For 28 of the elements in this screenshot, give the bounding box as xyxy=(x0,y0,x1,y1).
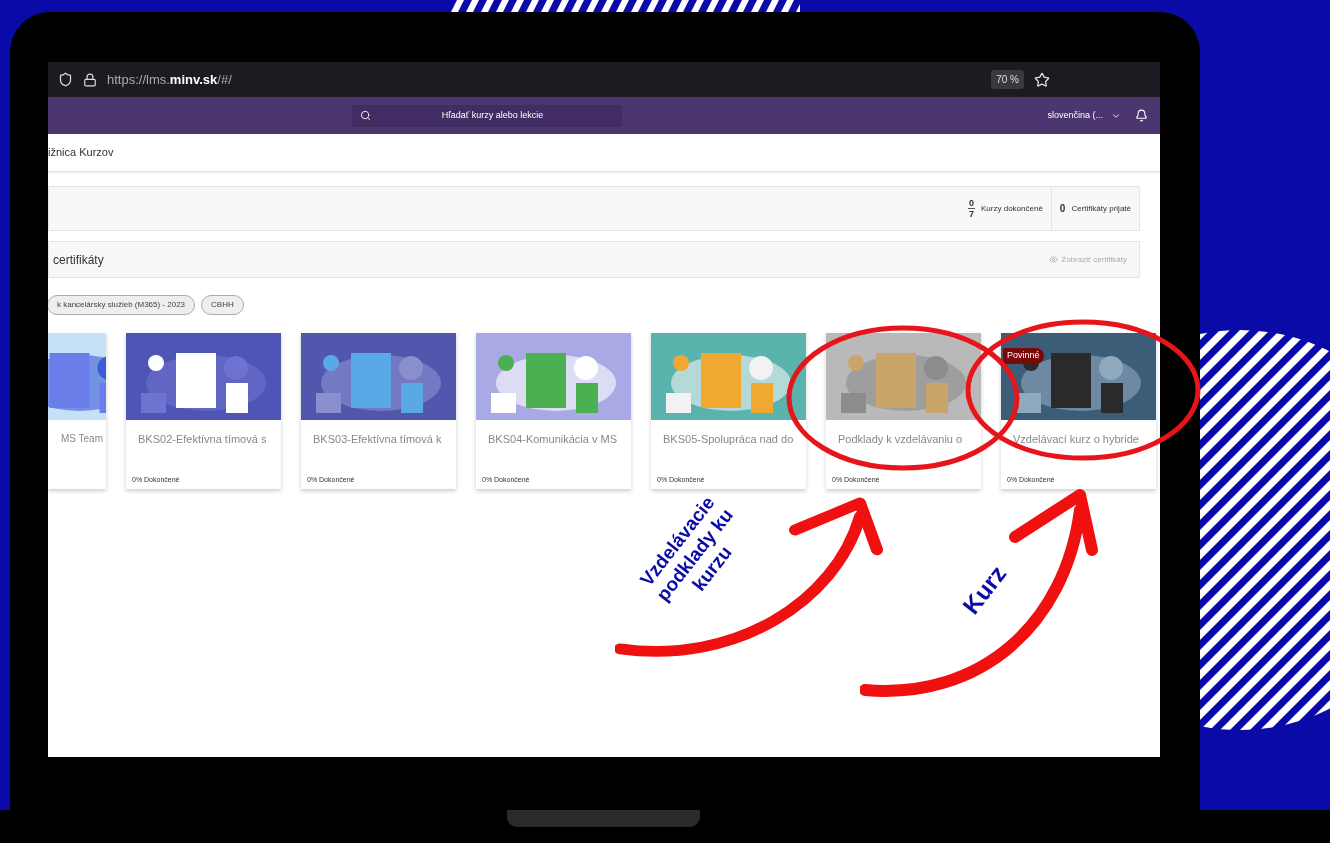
language-selector[interactable]: slovenčina (... xyxy=(1047,108,1121,123)
course-title: BKS03-Efektívna tímová k xyxy=(313,433,442,445)
filter-tag[interactable]: k kancelársky služieb (M365) - 2023 xyxy=(48,295,196,315)
completed-fraction: 0 7 xyxy=(968,198,976,219)
course-title: BKS04-Komunikácia v MS xyxy=(488,433,617,445)
star-icon[interactable] xyxy=(1034,71,1050,88)
search-placeholder: Hľadať kurzy alebo lekcie xyxy=(440,108,545,122)
url-text[interactable]: https://lms.minv.sk/#/ xyxy=(107,69,232,90)
stat-value: 0 xyxy=(1059,202,1066,216)
shield-icon[interactable] xyxy=(58,72,73,87)
course-title: Vzdelávací kurz o hybride xyxy=(1013,433,1139,445)
course-title: MS Team xyxy=(60,433,103,444)
lock-icon[interactable] xyxy=(83,72,97,87)
course-title: Podklady k vzdelávaniu o xyxy=(838,433,963,445)
course-title: BKS02-Efektívna tímová s xyxy=(138,433,267,445)
search-field[interactable]: Hľadať kurzy alebo lekcie xyxy=(352,104,622,127)
notification-bell-icon[interactable] xyxy=(1135,109,1148,122)
course-title: BKS05-Spolupráca nad do xyxy=(663,433,794,445)
stat-label: Kurzy dokončené xyxy=(981,202,1043,215)
course-card[interactable]: MS Team xyxy=(48,333,106,489)
search-icon xyxy=(360,110,371,121)
filter-tag[interactable]: CBHH xyxy=(201,295,244,315)
zoom-level[interactable]: 70 % xyxy=(991,70,1024,89)
eye-icon xyxy=(1049,255,1059,264)
page-title: ižnica Kurzov xyxy=(48,145,114,161)
section-title: certifikáty xyxy=(53,251,104,269)
required-badge: Povinné xyxy=(1003,348,1044,364)
stat-label: Certifikáty prijaté xyxy=(1071,202,1131,215)
